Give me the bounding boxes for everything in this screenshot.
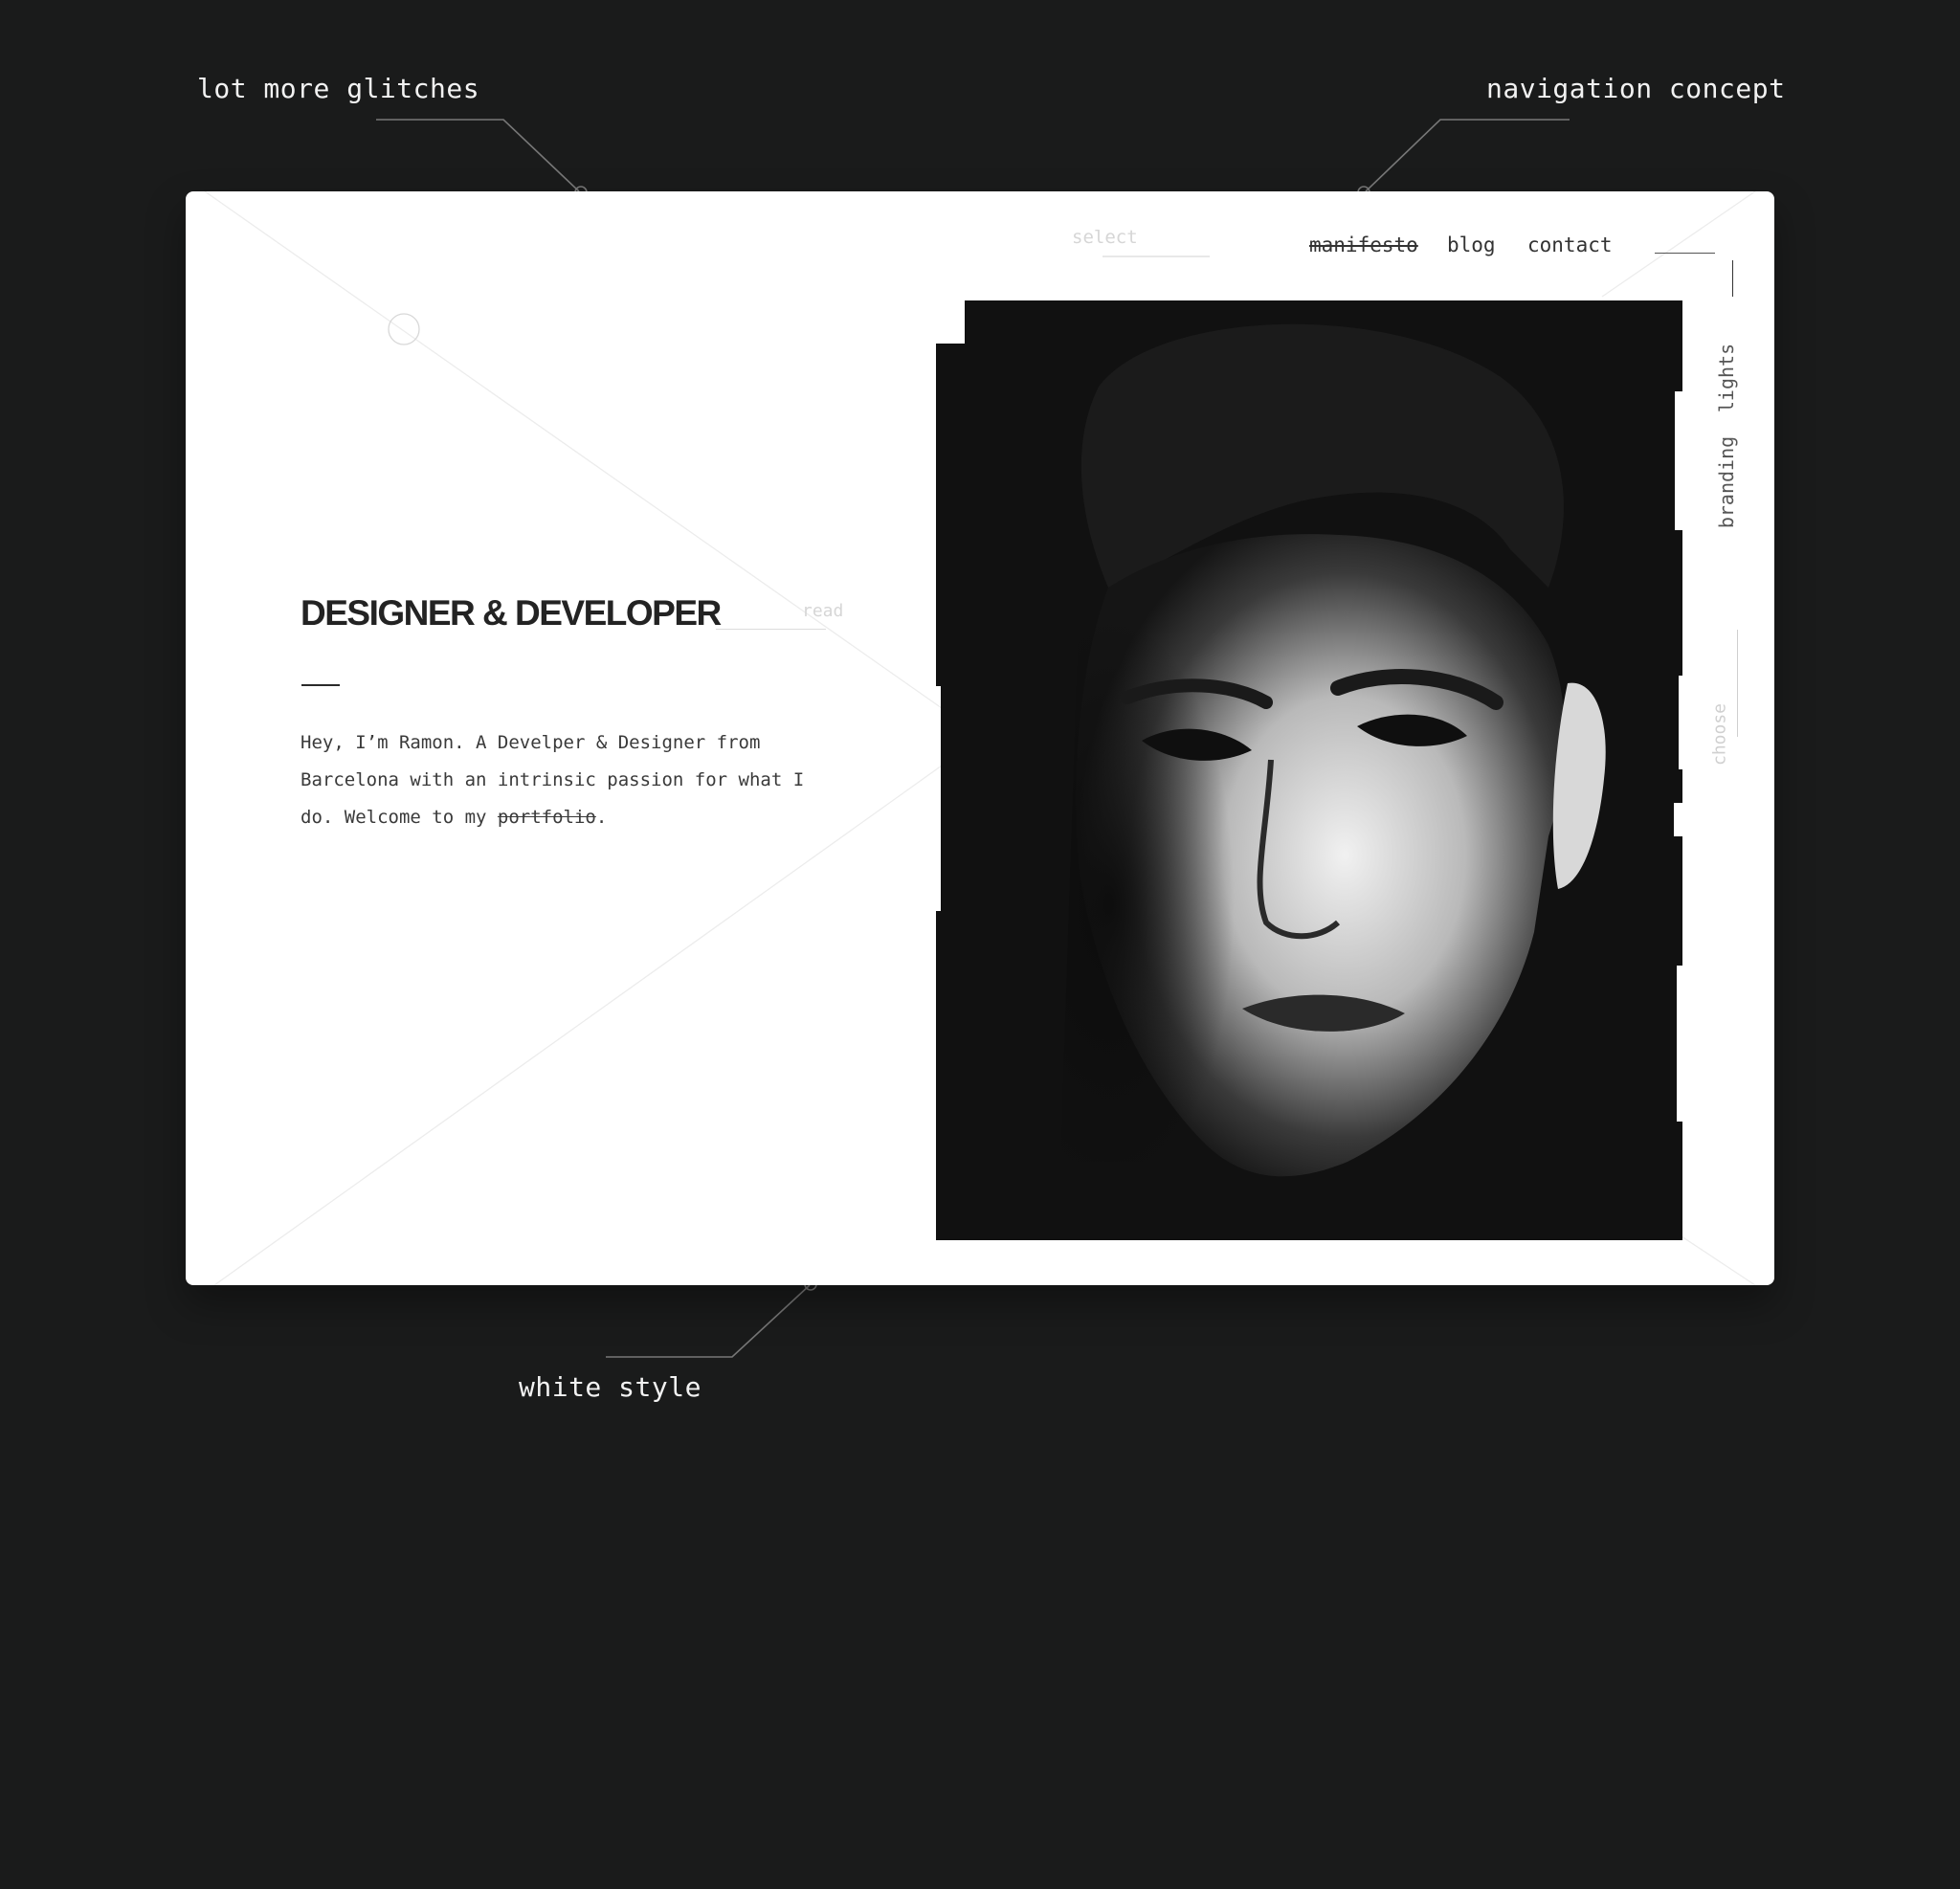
annotation-glitches: lot more glitches [197, 73, 480, 104]
read-underline [716, 629, 826, 630]
side-nav-branding[interactable]: branding [1715, 406, 1738, 559]
side-nav-divider [1732, 260, 1733, 297]
read-link[interactable]: read [802, 601, 843, 621]
website-mockup-card: select manifesto blog contact DESIGNER &… [186, 191, 1774, 1285]
callout-line-navigation [1365, 119, 1570, 192]
choose-divider [1737, 630, 1738, 737]
nav-menu-line[interactable] [1655, 253, 1715, 254]
callout-line-white-style [606, 1284, 811, 1358]
page-title: DESIGNER & DEVELOPER [301, 593, 722, 633]
portfolio-link[interactable]: portfolio [498, 807, 596, 828]
intro-end: . [595, 807, 608, 828]
select-label[interactable]: select [1072, 227, 1138, 248]
nav-link-contact[interactable]: contact [1527, 233, 1613, 256]
nav-link-manifesto[interactable]: manifesto [1309, 233, 1418, 256]
nav-link-blog[interactable]: blog [1447, 233, 1496, 256]
annotation-navigation-concept: navigation concept [1486, 73, 1786, 104]
annotation-white-style: white style [519, 1371, 702, 1403]
intro-paragraph: Hey, I’m Ramon. A Develper & Designer fr… [301, 724, 846, 836]
callout-line-glitches [376, 119, 580, 192]
portrait-photo-icon [936, 300, 1682, 1240]
title-divider [301, 684, 340, 686]
side-nav-choose[interactable]: choose [1710, 658, 1730, 811]
